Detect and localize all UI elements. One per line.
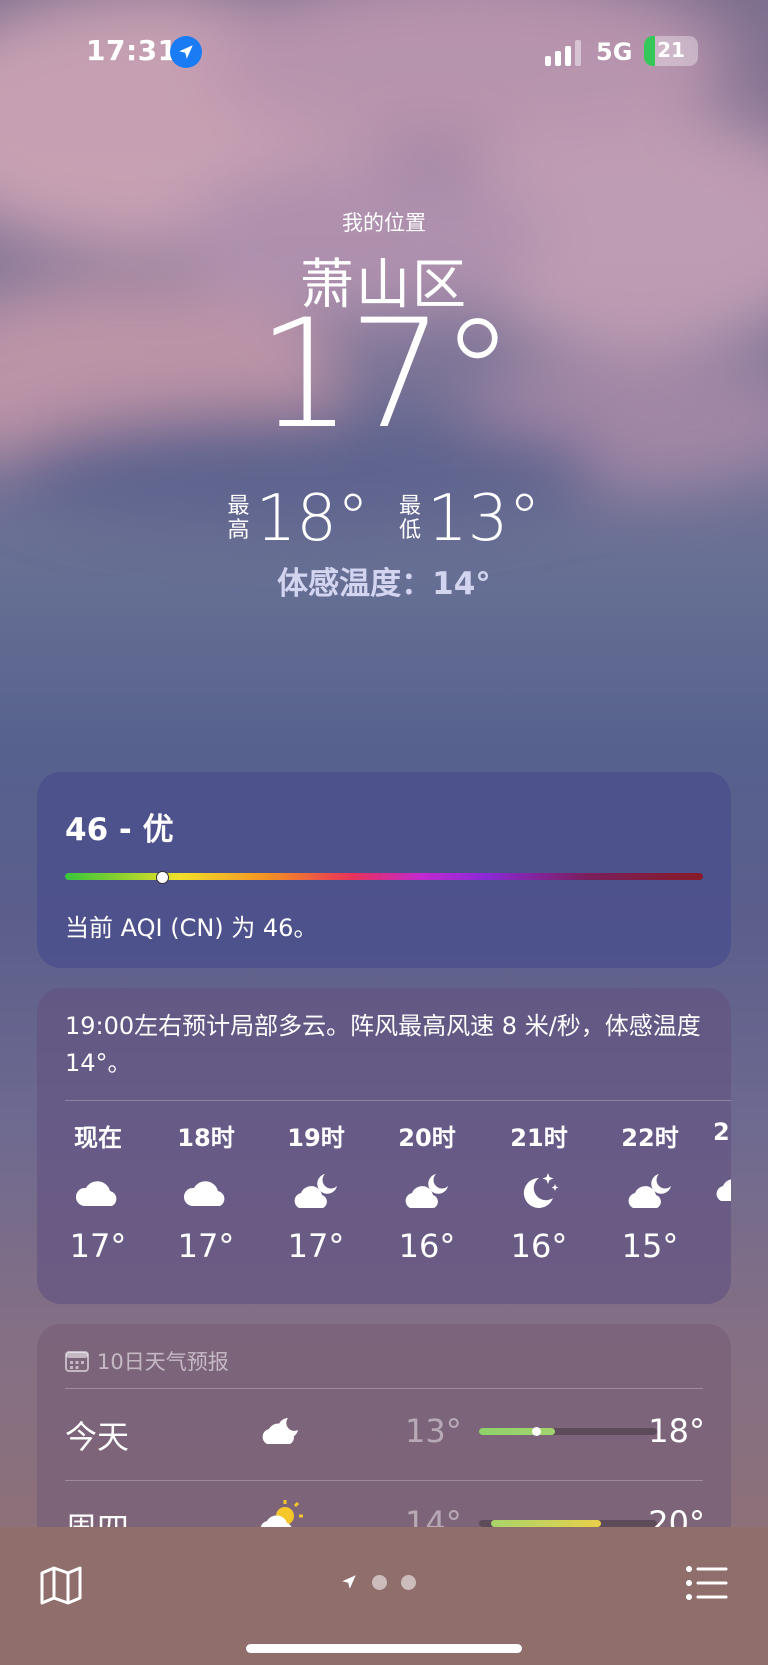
partly-cloudy-night-icon xyxy=(255,1406,305,1460)
cloud-icon xyxy=(53,1167,143,1217)
hourly-item: 现在 17° xyxy=(53,1118,143,1265)
ten-day-header: 10日天气预报 xyxy=(65,1346,229,1376)
hour-label: 18时 xyxy=(177,1124,235,1152)
list-icon[interactable] xyxy=(686,1565,728,1601)
hour-temp: 17° xyxy=(69,1227,127,1265)
current-temperature: 17° xyxy=(257,288,515,462)
location-label: 我的位置 xyxy=(342,211,426,235)
hour-label: 2 xyxy=(713,1118,730,1146)
hour-label: 21时 xyxy=(510,1124,568,1152)
cellular-signal-icon xyxy=(545,40,581,66)
high-low-row: 最 高 18° 最 低 13° xyxy=(0,482,768,556)
status-bar: 17:31 5G 21 xyxy=(0,0,768,100)
calendar-icon xyxy=(65,1351,89,1372)
hourly-item: 22时 15° xyxy=(605,1118,695,1265)
divider xyxy=(65,1480,703,1481)
cloud-icon xyxy=(161,1167,251,1217)
forecast-summary: 19:00左右预计局部多云。阵风最高风速 8 米/秒，体感温度 14°。 xyxy=(65,1012,701,1077)
hour-temp: 17° xyxy=(177,1227,235,1265)
hour-temp: 15° xyxy=(621,1227,679,1265)
map-icon[interactable] xyxy=(40,1565,82,1605)
low-temp: 13° xyxy=(427,482,541,556)
day-label: 今天 xyxy=(65,1418,130,1456)
day-row[interactable]: 今天 13° 18° xyxy=(65,1394,705,1474)
temp-range-bar xyxy=(479,1427,657,1436)
location-arrow-icon xyxy=(170,36,202,68)
aqi-description: 当前 AQI (CN) 为 46。 xyxy=(65,914,318,942)
hourly-item: 2 xyxy=(713,1118,731,1220)
hour-temp: 16° xyxy=(510,1227,568,1265)
divider xyxy=(65,1100,731,1101)
page-indicator[interactable] xyxy=(340,1573,416,1591)
aqi-title: 46 - 优 xyxy=(65,812,174,848)
hourly-item: 18时 17° xyxy=(161,1118,251,1265)
hour-label: 22时 xyxy=(621,1124,679,1152)
home-indicator xyxy=(246,1644,522,1653)
partly-cloudy-night-icon xyxy=(382,1167,472,1217)
current-location-page-icon xyxy=(342,1575,356,1589)
high-temp: 18° xyxy=(255,482,369,556)
day-high-temp: 18° xyxy=(648,1412,705,1450)
ten-day-header-label: 10日天气预报 xyxy=(97,1350,229,1374)
high-temp-group: 最 高 18° xyxy=(228,482,369,556)
day-low-temp: 13° xyxy=(405,1412,462,1450)
hourly-item: 21时 16° xyxy=(494,1118,584,1265)
feels-like: 体感温度：14° xyxy=(277,566,491,602)
low-label: 最 低 xyxy=(399,494,422,543)
hourly-scroll[interactable]: 现在 17° 18时 17° 19时 17° 20时 16° 21时 16° 22时 15° 2 xyxy=(37,1118,731,1288)
hourly-item: 19时 17° xyxy=(271,1118,361,1265)
status-time: 17:31 xyxy=(86,34,178,67)
page-dot[interactable] xyxy=(372,1574,387,1590)
partly-cloudy-night-icon xyxy=(605,1167,695,1217)
aqi-card[interactable]: 46 - 优 当前 AQI (CN) 为 46。 xyxy=(37,772,731,968)
hour-label: 现在 xyxy=(74,1124,122,1152)
network-type: 5G xyxy=(596,38,633,66)
divider xyxy=(65,1388,703,1389)
high-label: 最 高 xyxy=(227,494,250,543)
clear-night-moon-icon xyxy=(494,1167,584,1217)
hour-temp: 16° xyxy=(398,1227,456,1265)
hour-label: 19时 xyxy=(287,1124,345,1152)
hourly-item: 20时 16° xyxy=(382,1118,472,1265)
low-temp-group: 最 低 13° xyxy=(399,482,540,556)
hourly-forecast-card[interactable]: 19:00左右预计局部多云。阵风最高风速 8 米/秒，体感温度 14°。 现在 1… xyxy=(37,988,731,1304)
battery-percent: 21 xyxy=(657,38,685,62)
hour-temp: 17° xyxy=(287,1227,345,1265)
hour-label: 20时 xyxy=(398,1124,456,1152)
temp-range-bar xyxy=(479,1520,657,1527)
page-dot[interactable] xyxy=(401,1574,416,1590)
battery-icon: 21 xyxy=(644,36,698,66)
partly-cloudy-night-icon xyxy=(713,1160,731,1210)
aqi-indicator xyxy=(156,871,169,884)
partly-cloudy-night-icon xyxy=(271,1167,361,1217)
